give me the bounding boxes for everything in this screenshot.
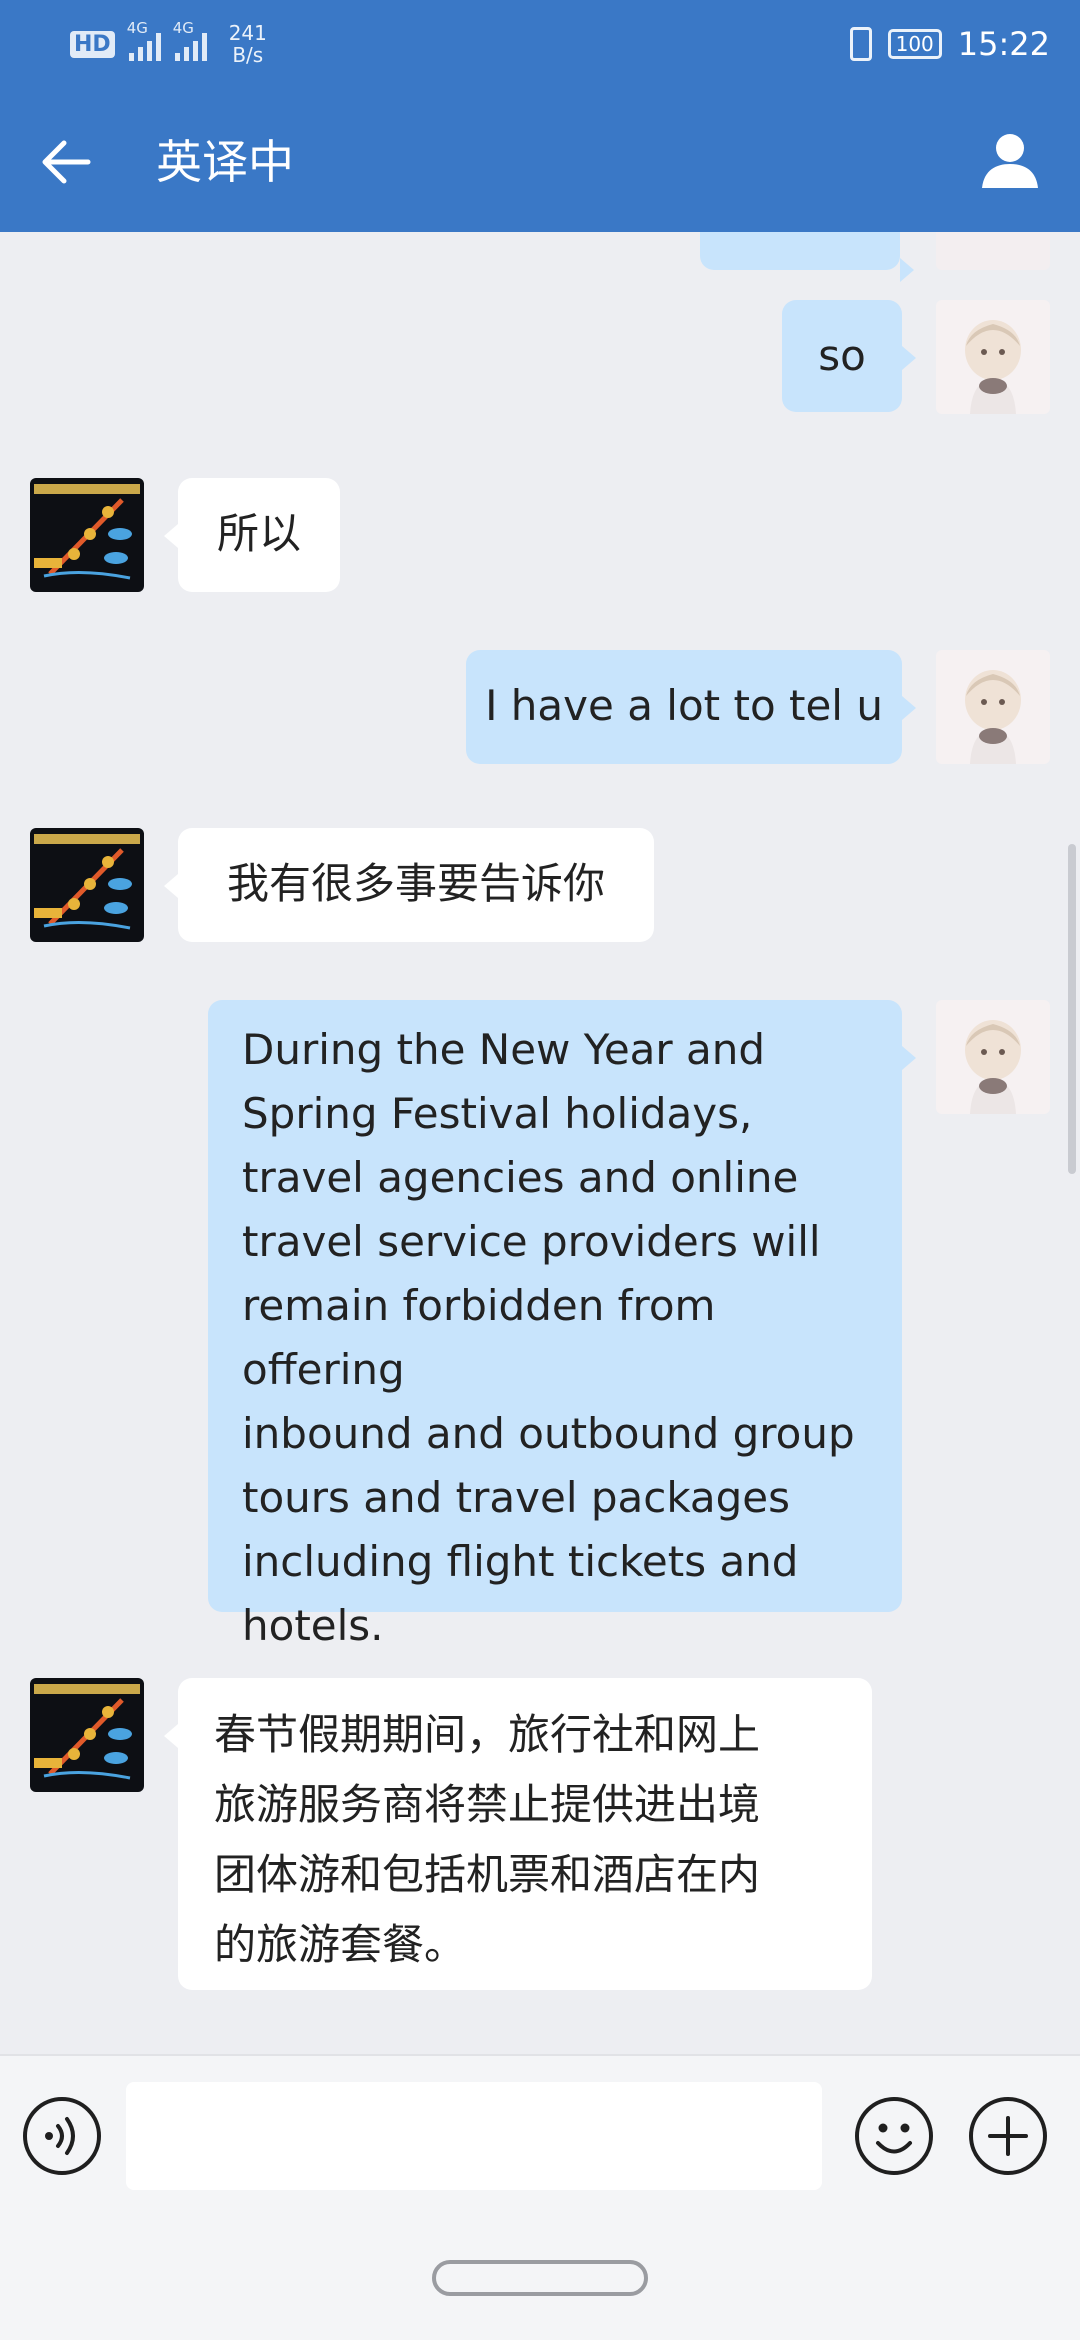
back-arrow-icon[interactable] xyxy=(36,132,96,192)
vibrate-icon xyxy=(849,27,872,61)
message-line: hotels. xyxy=(242,1601,384,1650)
home-indicator[interactable] xyxy=(432,2260,648,2296)
network-speed: 241 B/s xyxy=(229,22,267,66)
message-text: I have a lot to tel u xyxy=(485,681,883,730)
message-line: 的旅游套餐。 xyxy=(214,1920,467,1969)
status-right: 100 15:22 xyxy=(849,20,1050,68)
message-line: travel service providers will xyxy=(242,1217,821,1266)
message-line: travel agencies and online xyxy=(242,1153,799,1202)
message-bubble-received[interactable]: 所以 xyxy=(164,478,340,592)
message-bubble-sent[interactable]: so xyxy=(782,300,916,412)
contact-avatar[interactable] xyxy=(30,478,144,592)
message-bubble-sent[interactable]: During the New Year and Spring Festival … xyxy=(208,1000,916,1650)
message-bubble-received[interactable]: 春节假期期间，旅行社和网上 旅游服务商将禁止提供进出境 团体游和包括机票和酒店在… xyxy=(164,1678,872,1990)
page-title: 英译中 xyxy=(156,135,294,189)
message-line: inbound and outbound group xyxy=(242,1409,855,1458)
message-line: During the New Year and xyxy=(242,1025,766,1074)
header-bar: HD 4G 4G 241 B/s 100 15:22 英译中 xyxy=(0,0,1080,232)
status-left: HD 4G 4G 241 B/s xyxy=(70,19,267,66)
contact-avatar[interactable] xyxy=(30,1678,144,1792)
message-line: tours and travel packages xyxy=(242,1473,791,1522)
system-nav-bar xyxy=(0,2218,1080,2340)
signal-icon-2: 4G xyxy=(173,19,207,61)
network-label-2: 4G xyxy=(172,19,194,37)
message-input[interactable] xyxy=(126,2082,822,2190)
scrollbar[interactable] xyxy=(1068,844,1076,1174)
speed-unit: B/s xyxy=(232,43,264,67)
message-line: remain forbidden from offering xyxy=(242,1281,716,1394)
message-bubble-sent[interactable]: I have a lot to tel u xyxy=(466,650,916,764)
person-icon[interactable] xyxy=(978,128,1042,192)
message-text: 我有很多事要告诉你 xyxy=(226,859,605,908)
app-bar: 英译中 xyxy=(0,110,1080,220)
my-avatar[interactable] xyxy=(936,1000,1050,1114)
battery-icon: 100 xyxy=(887,29,942,59)
clock: 15:22 xyxy=(957,25,1050,63)
message-line: 旅游服务商将禁止提供进出境 xyxy=(214,1780,761,1829)
hd-badge: HD xyxy=(70,30,115,58)
my-avatar[interactable] xyxy=(936,650,1050,764)
my-avatar[interactable] xyxy=(936,232,1050,270)
message-text: 所以 xyxy=(216,509,301,558)
message-line: Spring Festival holidays, xyxy=(242,1089,753,1138)
input-bar xyxy=(0,2054,1080,2218)
chat-area[interactable]: so 所以 I have a lot to tel u 我有很多事要告诉你 Du… xyxy=(0,232,1080,2054)
message-bubble-received[interactable]: 我有很多事要告诉你 xyxy=(164,828,654,942)
signal-icon: 4G xyxy=(127,19,161,61)
partial-bubble xyxy=(700,232,914,282)
status-bar: HD 4G 4G 241 B/s 100 15:22 xyxy=(0,0,1080,90)
smiley-icon[interactable] xyxy=(854,2096,934,2176)
message-line: 团体游和包括机票和酒店在内 xyxy=(214,1850,761,1899)
message-line: including flight tickets and xyxy=(242,1537,799,1586)
my-avatar[interactable] xyxy=(936,300,1050,414)
network-label: 4G xyxy=(126,19,148,37)
plus-icon[interactable] xyxy=(968,2096,1048,2176)
speed-value: 241 xyxy=(228,21,267,45)
message-text: so xyxy=(818,331,866,380)
voice-icon[interactable] xyxy=(22,2096,102,2176)
message-line: 春节假期期间，旅行社和网上 xyxy=(214,1710,761,1759)
contact-avatar[interactable] xyxy=(30,828,144,942)
